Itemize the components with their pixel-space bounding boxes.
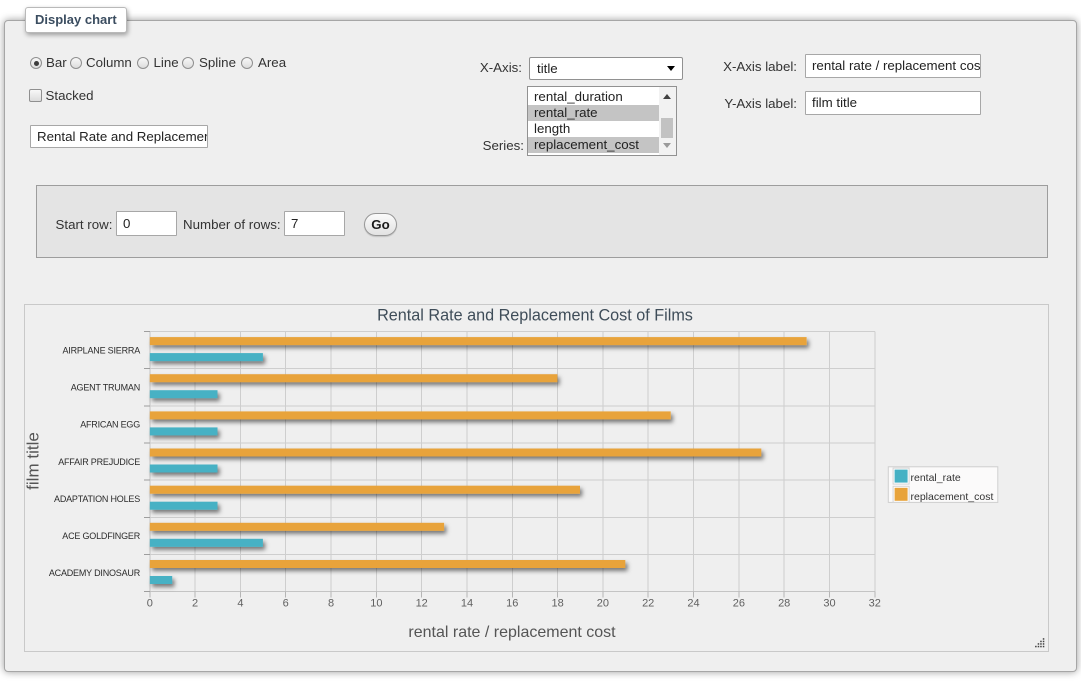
svg-text:24: 24 <box>687 598 699 610</box>
svg-text:16: 16 <box>506 598 518 610</box>
svg-text:AFFAIR PREJUDICE: AFFAIR PREJUDICE <box>58 457 140 467</box>
svg-text:8: 8 <box>328 598 334 610</box>
svg-text:Rental Rate and Replacement Co: Rental Rate and Replacement Cost of Film… <box>377 307 693 325</box>
svg-text:14: 14 <box>461 598 473 610</box>
svg-text:2: 2 <box>192 598 198 610</box>
svg-text:ACADEMY DINOSAUR: ACADEMY DINOSAUR <box>49 568 141 578</box>
svg-text:ADAPTATION HOLES: ADAPTATION HOLES <box>54 494 140 504</box>
svg-text:4: 4 <box>237 598 243 610</box>
svg-text:film title: film title <box>25 432 43 490</box>
svg-text:28: 28 <box>778 598 790 610</box>
svg-text:replacement_cost: replacement_cost <box>911 491 994 503</box>
svg-text:rental rate / replacement cost: rental rate / replacement cost <box>408 624 616 641</box>
svg-text:32: 32 <box>869 598 881 610</box>
svg-text:rental_rate: rental_rate <box>911 472 961 484</box>
svg-text:10: 10 <box>370 598 382 610</box>
svg-text:6: 6 <box>283 598 289 610</box>
svg-text:30: 30 <box>823 598 835 610</box>
svg-text:18: 18 <box>551 598 563 610</box>
svg-text:12: 12 <box>416 598 428 610</box>
svg-text:ACE GOLDFINGER: ACE GOLDFINGER <box>62 531 140 541</box>
svg-text:22: 22 <box>642 598 654 610</box>
svg-text:26: 26 <box>733 598 745 610</box>
svg-text:AIRPLANE SIERRA: AIRPLANE SIERRA <box>62 345 140 355</box>
svg-text:0: 0 <box>147 598 153 610</box>
svg-text:AFRICAN EGG: AFRICAN EGG <box>80 420 140 430</box>
svg-text:20: 20 <box>597 598 609 610</box>
svg-text:AGENT TRUMAN: AGENT TRUMAN <box>71 383 140 393</box>
